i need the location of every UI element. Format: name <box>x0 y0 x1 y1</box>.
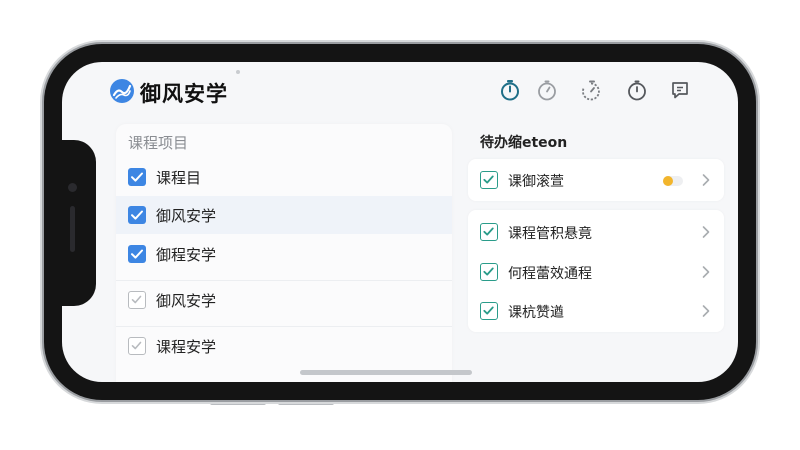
course-item-label: 御程安学 <box>156 246 217 264</box>
course-item[interactable]: 课程安学 <box>116 326 452 364</box>
chevron-right-icon <box>702 174 710 186</box>
status-dot <box>236 70 240 74</box>
todo-item-label: 课程管积悬竟 <box>508 226 592 242</box>
front-camera <box>68 183 77 192</box>
checkbox-unchecked[interactable] <box>128 337 146 355</box>
todo-item[interactable]: 课程管积悬竟 <box>468 212 724 252</box>
course-item-label: 课程目 <box>156 169 202 187</box>
course-item-label: 课程安学 <box>156 338 217 356</box>
chevron-right-icon <box>702 305 710 317</box>
checkbox-checked[interactable] <box>480 302 498 320</box>
checkbox-checked[interactable] <box>480 171 498 189</box>
camera-notch <box>56 140 96 306</box>
course-item-label: 御风安学 <box>156 207 217 225</box>
chat-icon[interactable] <box>668 78 692 102</box>
checkbox-checked[interactable] <box>128 206 146 224</box>
stopwatch-icon[interactable] <box>498 78 522 102</box>
todo-item-label: 课御滚萱 <box>508 174 564 190</box>
stopwatch-icon[interactable] <box>535 78 559 102</box>
todo-item-label: 何程蕾效通程 <box>508 266 592 282</box>
home-indicator[interactable] <box>300 370 472 375</box>
course-item[interactable]: 御风安学 <box>116 280 452 318</box>
course-item[interactable]: 御程安学 <box>116 235 452 273</box>
course-item-label: 御风安学 <box>156 292 217 310</box>
checkbox-checked[interactable] <box>128 245 146 263</box>
checkbox-unchecked[interactable] <box>128 291 146 309</box>
earpiece-speaker <box>70 206 75 252</box>
todo-card: 课程管积悬竟 何程蕾效通程 课杭赞遒 <box>468 210 724 332</box>
checkbox-checked[interactable] <box>480 223 498 241</box>
course-list-panel: 课程项目 课程目 御风安学 御程安学 御风安学 课程安学 <box>116 124 452 382</box>
app-logo-icon <box>110 79 134 103</box>
todo-item[interactable]: 课杭赞遒 <box>468 291 724 331</box>
todo-card: 课御滚萱 <box>468 159 724 201</box>
stopwatch-icon[interactable] <box>625 78 649 102</box>
todo-item-label: 课杭赞遒 <box>508 305 564 321</box>
todo-item[interactable]: 课御滚萱 <box>468 160 724 200</box>
chevron-right-icon <box>702 266 710 278</box>
checkbox-checked[interactable] <box>480 263 498 281</box>
todo-item[interactable]: 何程蕾效通程 <box>468 252 724 292</box>
app-screen: 御风安学 课程项目 课程目 御风安学 御程安学 御风安学 课程安学 待办缩ete… <box>62 62 738 382</box>
chevron-right-icon <box>702 226 710 238</box>
toggle-switch[interactable] <box>662 175 684 187</box>
todo-title: 待办缩eteon <box>480 135 568 151</box>
course-item[interactable]: 课程目 <box>116 158 452 196</box>
checkbox-checked[interactable] <box>128 168 146 186</box>
timer-icon[interactable] <box>579 78 603 102</box>
app-title: 御风安学 <box>140 82 228 106</box>
course-list-header: 课程项目 <box>128 134 189 152</box>
course-item-selected[interactable]: 御风安学 <box>116 196 452 234</box>
